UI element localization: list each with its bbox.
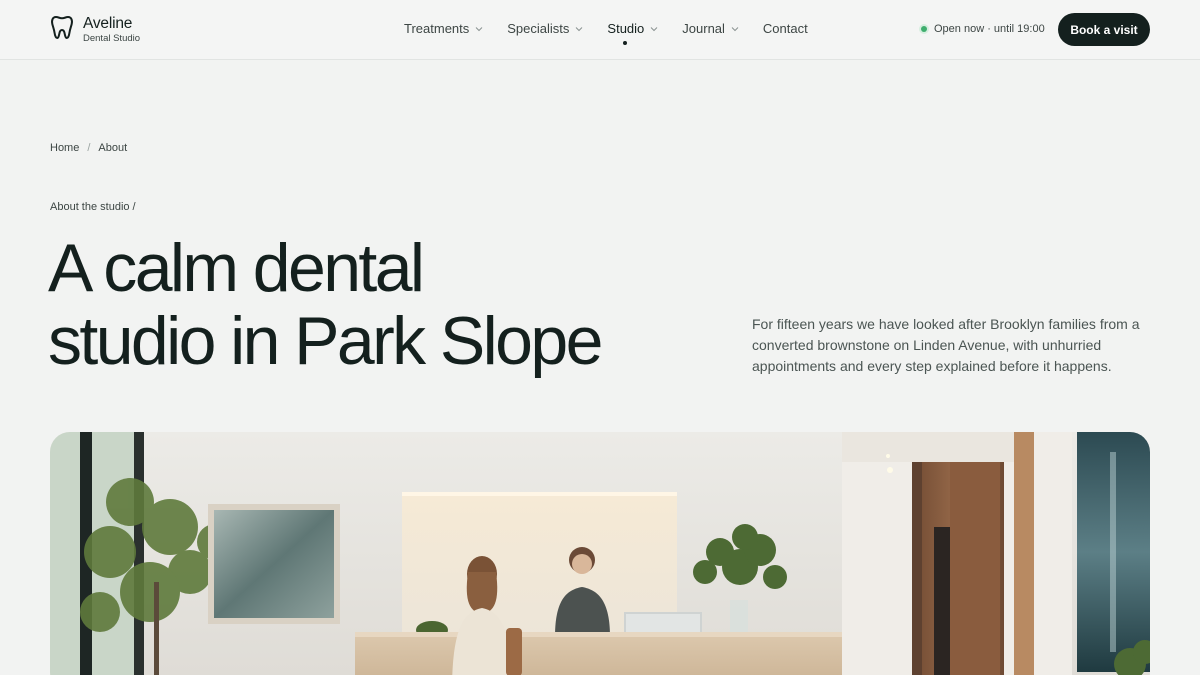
- book-visit-button[interactable]: Book a visit: [1058, 13, 1150, 46]
- page-title-line-1: A calm dental: [48, 230, 425, 306]
- tooth-icon: [50, 14, 74, 45]
- breadcrumb: Home / About: [50, 142, 127, 154]
- breadcrumb-current: About: [98, 142, 128, 154]
- nav-item-journal[interactable]: Journal: [682, 21, 739, 36]
- status-dot-icon: [921, 26, 927, 32]
- chevron-down-icon: [731, 26, 739, 31]
- opening-status: Open now · until 19:00: [921, 23, 1045, 35]
- main-nav: Treatments Specialists Studio Journal Co…: [404, 21, 808, 45]
- chevron-down-icon: [475, 26, 483, 31]
- site-header: Aveline Dental Studio Treatments Special…: [0, 0, 1200, 60]
- brand-name: Aveline: [83, 14, 133, 32]
- nav-item-treatments[interactable]: Treatments: [404, 21, 483, 36]
- section-eyebrow: About the studio /: [50, 201, 136, 213]
- nav-item-label: Treatments: [404, 21, 470, 36]
- nav-item-studio[interactable]: Studio: [607, 21, 658, 45]
- nav-item-contact[interactable]: Contact: [763, 21, 808, 36]
- chevron-down-icon: [650, 26, 658, 31]
- brand-subtitle: Dental Studio: [83, 32, 141, 44]
- page-title: A calm dental studio in Park Slope: [48, 232, 748, 378]
- breadcrumb-separator: /: [87, 142, 91, 154]
- reception-photo: [50, 432, 1150, 675]
- chevron-down-icon: [576, 26, 583, 31]
- intro-paragraph: For fifteen years we have looked after B…: [752, 316, 1140, 374]
- page-title-line-2: studio in Park Slope: [48, 303, 603, 379]
- nav-item-label: Specialists: [507, 21, 570, 36]
- nav-item-label: Contact: [762, 21, 808, 36]
- breadcrumb-home-link[interactable]: Home: [50, 142, 79, 154]
- brand-logo[interactable]: Aveline Dental Studio: [50, 14, 140, 45]
- status-text: Open now · until 19:00: [934, 23, 1045, 35]
- active-indicator-dot: [622, 41, 627, 45]
- nav-item-specialists[interactable]: Specialists: [507, 21, 583, 36]
- nav-item-label: Studio: [607, 21, 645, 36]
- nav-item-label: Journal: [682, 21, 725, 36]
